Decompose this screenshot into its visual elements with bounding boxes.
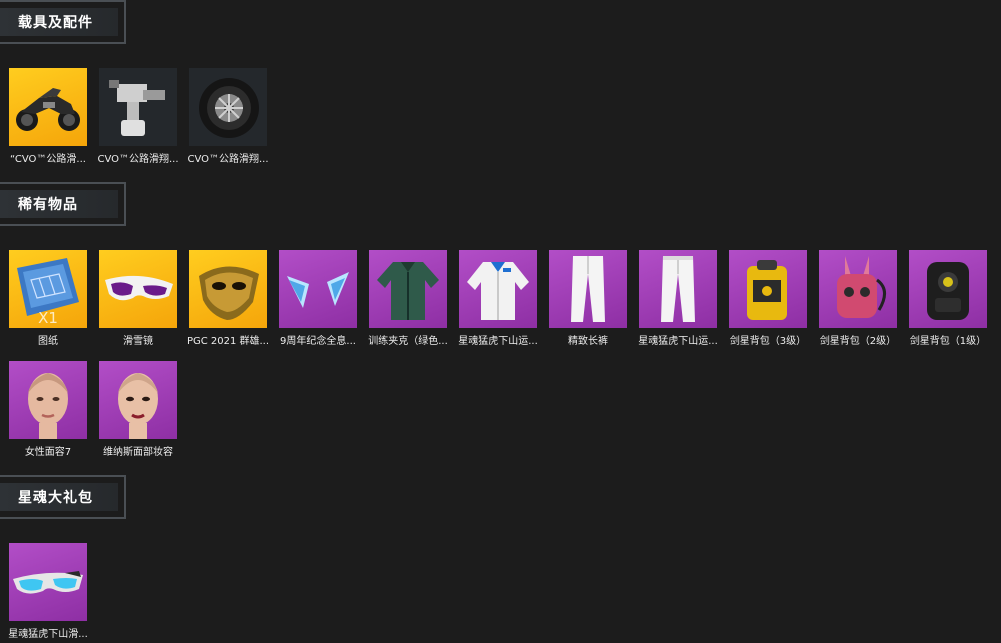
- item-tile: [9, 361, 87, 439]
- section-header-rare: 稀有物品: [0, 182, 130, 228]
- item-tile: [279, 250, 357, 328]
- female-face-icon: [28, 373, 68, 439]
- item-card-pink-backpack[interactable]: 剑星背包（2级）: [819, 250, 899, 347]
- item-card-yellow-backpack[interactable]: 剑星背包（3级）: [729, 250, 809, 347]
- white-jacket-icon: [467, 262, 529, 320]
- item-label: 剑星背包（2级）: [819, 336, 897, 347]
- item-tile: [459, 250, 537, 328]
- item-tile: [9, 543, 87, 621]
- item-tile: [909, 250, 987, 328]
- item-card-female-face[interactable]: 女性面容7: [9, 361, 89, 458]
- item-card-white-jacket[interactable]: 星魂猛虎下山运...: [458, 250, 539, 347]
- item-label: 星魂猛虎下山运...: [458, 336, 538, 347]
- yellow-backpack-icon: [747, 260, 787, 320]
- item-card-white-pants-2[interactable]: 星魂猛虎下山运...: [638, 250, 719, 347]
- section-header-vehicles: 载具及配件: [0, 0, 130, 46]
- item-label: 维纳斯面部妆容: [103, 447, 173, 458]
- motorcycle-icon: [16, 88, 80, 131]
- item-label: “CVO™公路滑...: [10, 154, 86, 165]
- hologram-ears-icon: [287, 272, 349, 308]
- item-label: 精致长裤: [568, 336, 608, 347]
- item-card-venus-makeup[interactable]: 维纳斯面部妆容: [99, 361, 179, 458]
- quantity-label: X1: [38, 309, 58, 327]
- ski-goggles-icon: [105, 275, 173, 301]
- item-label: CVO™公路滑翔...: [97, 154, 179, 165]
- item-card-blueprint[interactable]: X1 图纸: [9, 250, 89, 347]
- item-tile: [99, 361, 177, 439]
- white-pants-icon: [571, 256, 605, 322]
- item-card-wheel[interactable]: CVO™公路滑翔...: [187, 68, 269, 165]
- item-card-motorcycle[interactable]: “CVO™公路滑...: [9, 68, 89, 165]
- item-label: 女性面容7: [24, 447, 72, 458]
- item-card-black-backpack[interactable]: 剑星背包（1级）: [909, 250, 989, 347]
- item-tile: [99, 68, 177, 146]
- item-card-white-pants[interactable]: 精致长裤: [549, 250, 629, 347]
- item-card-engine-part[interactable]: CVO™公路滑翔...: [97, 68, 179, 165]
- item-tile: [369, 250, 447, 328]
- item-label: 训练夹克（绿色...: [368, 336, 448, 347]
- gold-mask-icon: [199, 266, 259, 320]
- engine-part-icon: [109, 80, 165, 136]
- section-header-gift: 星魂大礼包: [0, 475, 130, 521]
- item-tile: [549, 250, 627, 328]
- item-label: 星魂猛虎下山滑...: [8, 629, 88, 640]
- item-tile: [729, 250, 807, 328]
- item-card-hologram-ears[interactable]: 9周年纪念全息...: [279, 250, 359, 347]
- item-tile: [189, 68, 267, 146]
- item-label: 剑星背包（1级）: [909, 336, 987, 347]
- item-label: 9周年纪念全息...: [280, 336, 356, 347]
- green-jacket-icon: [377, 262, 439, 320]
- item-label: 星魂猛虎下山运...: [638, 336, 718, 347]
- item-label: 剑星背包（3级）: [729, 336, 807, 347]
- item-label: PGC 2021 群雄...: [186, 336, 270, 347]
- item-tile: [99, 250, 177, 328]
- item-card-gold-mask[interactable]: PGC 2021 群雄...: [187, 250, 269, 347]
- item-tile: [639, 250, 717, 328]
- item-card-blue-goggles[interactable]: 星魂猛虎下山滑...: [8, 543, 89, 640]
- item-tile: [819, 250, 897, 328]
- item-card-ski-goggles[interactable]: 滑雪镜: [99, 250, 179, 347]
- section-title-rare: 稀有物品: [18, 197, 78, 213]
- item-tile: [189, 250, 267, 328]
- section-title-vehicles: 载具及配件: [18, 15, 93, 31]
- black-backpack-icon: [927, 262, 969, 320]
- item-card-green-jacket[interactable]: 训练夹克（绿色...: [368, 250, 449, 347]
- item-list-page: 载具及配件 “CVO™公路滑... CVO™公路滑翔... CVO™公路滑翔..…: [0, 0, 1001, 643]
- white-pants-icon: [661, 256, 695, 322]
- blue-goggles-icon: [13, 571, 83, 594]
- section-title-gift: 星魂大礼包: [18, 490, 93, 506]
- wheel-icon: [199, 78, 259, 138]
- female-makeup-face-icon: [118, 373, 158, 439]
- pink-backpack-icon: [837, 256, 886, 318]
- item-label: 滑雪镜: [123, 336, 153, 347]
- item-tile: X1: [9, 250, 87, 328]
- item-label: CVO™公路滑翔...: [187, 154, 269, 165]
- item-label: 图纸: [38, 336, 58, 347]
- item-tile: [9, 68, 87, 146]
